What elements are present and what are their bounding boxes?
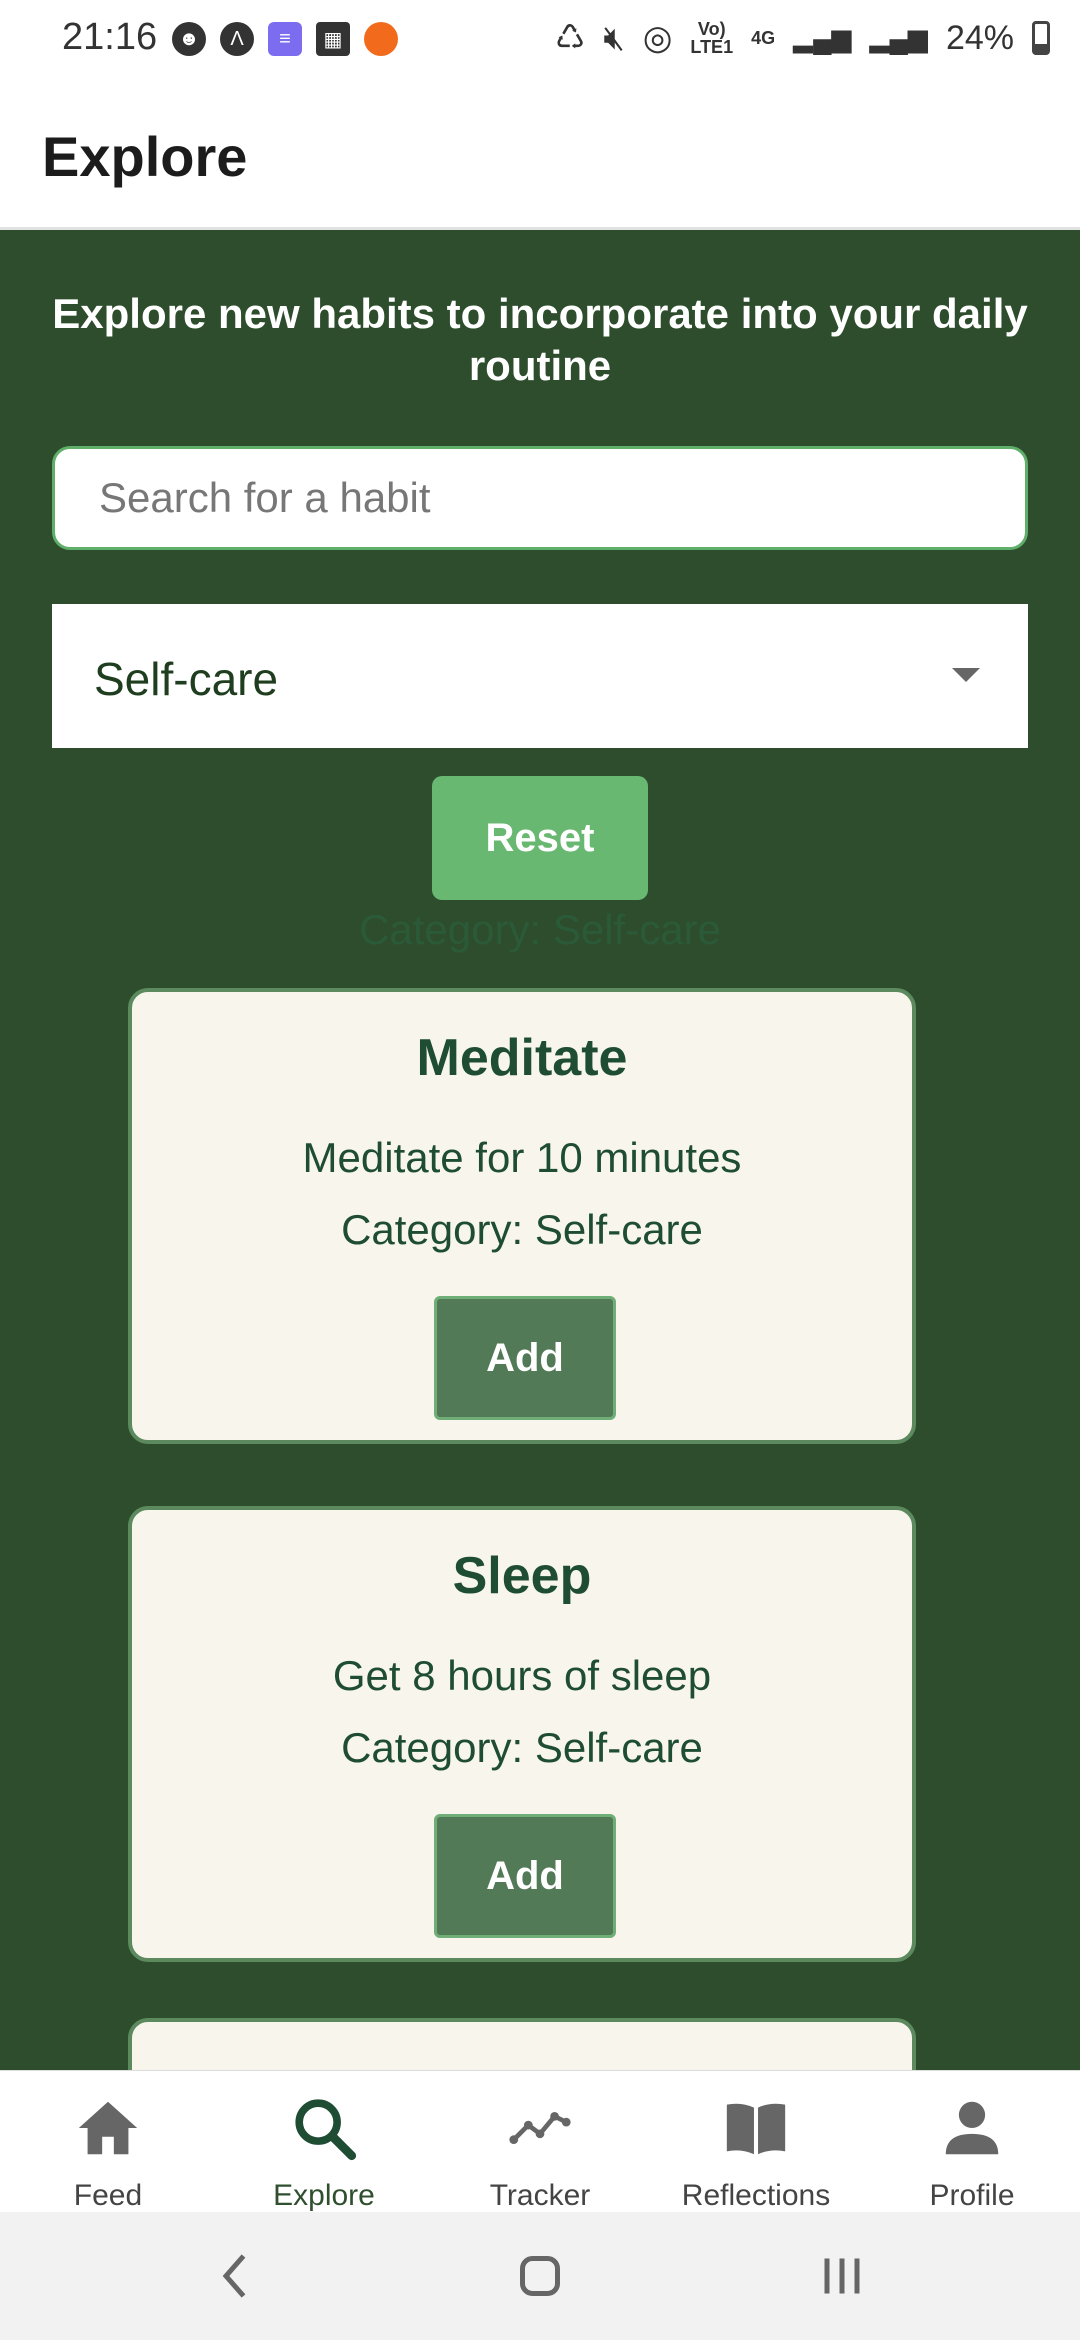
data-indicator: 4G [751, 28, 776, 48]
gallery-icon: ▦ [316, 22, 350, 56]
emoji-app-icon: ☻ [172, 22, 206, 56]
habit-card: Meditate Meditate for 10 minutes Categor… [128, 988, 916, 1444]
status-bar: 21:16 ☻ Λ ≡ ▦ ♺ 🔇︎ ◎ Vo) LTE1 4G ▂▄▆ ▂▄▆… [0, 0, 1080, 80]
hotspot-icon: ◎ [642, 19, 673, 57]
add-habit-button[interactable]: Add [434, 1296, 616, 1420]
page-title: Explore [42, 125, 248, 188]
nav-profile[interactable]: Profile [864, 2071, 1080, 2213]
habit-description: Meditate for 10 minutes [302, 1134, 742, 1181]
nav-tracker[interactable]: Tracker [432, 2071, 648, 2213]
category-select[interactable]: Self-care [52, 604, 1028, 748]
habit-title: Meditate [416, 1029, 628, 1087]
habit-category: Category: Self-care [341, 1206, 703, 1253]
habit-card: Sleep Get 8 hours of sleep Category: Sel… [128, 1506, 916, 1962]
system-status-icons: ♺ 🔇︎ ◎ Vo) LTE1 4G ▂▄▆ ▂▄▆ 24% [555, 18, 1050, 58]
habit-description: Get 8 hours of sleep [332, 1652, 712, 1699]
chevron-down-icon [952, 668, 980, 682]
habit-card-partial [128, 2018, 916, 2070]
orange-app-icon [364, 22, 398, 56]
search-input[interactable] [52, 446, 1028, 550]
intro-text: Explore new habits to incorporate into y… [52, 290, 1028, 389]
back-icon[interactable] [206, 2246, 266, 2306]
add-habit-button[interactable]: Add [434, 1814, 616, 1938]
volte-indicator: Vo) LTE1 [690, 19, 734, 57]
nav-label: Explore [273, 2179, 375, 2212]
signal-roaming-icon: ▂▄▆ [869, 22, 928, 53]
nav-label: Profile [929, 2179, 1015, 2212]
list-app-icon: ≡ [268, 22, 302, 56]
current-category-label: Category: Self-care [359, 906, 721, 953]
explore-content[interactable]: Explore new habits to incorporate into y… [0, 230, 1080, 2070]
book-icon [726, 2103, 786, 2155]
recycle-icon: ♺ [554, 19, 586, 57]
nav-label: Reflections [681, 2179, 831, 2212]
battery-percent: 24% [945, 18, 1014, 57]
nav-reflections[interactable]: Reflections [648, 2071, 864, 2213]
bottom-nav: Feed Explore Tracker Reflections Profile [0, 2070, 1080, 2213]
recents-icon[interactable] [812, 2246, 872, 2306]
habit-category: Category: Self-care [341, 1724, 703, 1771]
nav-label: Tracker [489, 2179, 591, 2212]
battery-icon [1032, 21, 1050, 55]
home-button-icon[interactable] [510, 2246, 570, 2306]
nav-label: Feed [73, 2179, 143, 2212]
system-navigation-bar [0, 2212, 1080, 2340]
notification-icons: ☻ Λ ≡ ▦ [172, 22, 398, 56]
status-time: 21:16 [62, 16, 158, 58]
mute-icon: 🔇︎ [603, 18, 625, 57]
nav-explore[interactable]: Explore [216, 2071, 432, 2213]
app-a-icon: Λ [220, 22, 254, 56]
search-icon [295, 2099, 357, 2161]
category-select-value: Self-care [94, 653, 279, 705]
home-icon [78, 2101, 138, 2155]
person-icon [945, 2101, 999, 2155]
signal-icon: ▂▄▆ [793, 22, 852, 53]
reset-button[interactable]: Reset [432, 776, 648, 900]
habit-title: Sleep [452, 1547, 592, 1605]
app-header: Explore [0, 80, 1080, 230]
trend-icon [509, 2111, 571, 2145]
nav-feed[interactable]: Feed [0, 2071, 216, 2213]
